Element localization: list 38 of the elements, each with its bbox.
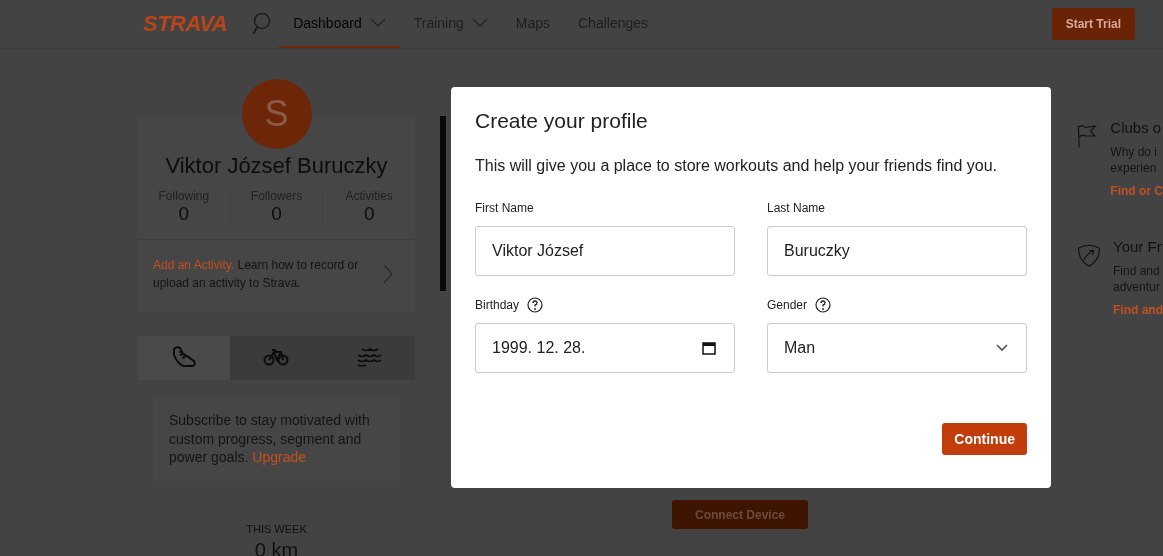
search-icon[interactable] [251, 12, 272, 36]
card-link[interactable]: Find or C [1110, 184, 1163, 198]
text-input-field[interactable]: Viktor József [475, 226, 735, 276]
upgrade-link[interactable]: Upgrade [252, 449, 306, 465]
caret-icon[interactable] [369, 18, 386, 28]
select-field[interactable]: Man [767, 323, 1027, 373]
field-label: Gender [767, 298, 808, 312]
stat-value: 0 [178, 203, 190, 225]
shoe-icon [171, 345, 198, 369]
chevron-down-icon [996, 344, 1008, 352]
text-input-field[interactable]: Buruczky [767, 226, 1027, 276]
continue-button[interactable]: Continue [942, 423, 1027, 455]
athlete-name: Viktor József Buruczky [164, 153, 389, 179]
dialog-title: Create your profile [475, 109, 649, 133]
caret-icon[interactable] [471, 18, 488, 28]
field-label: Birthday [475, 298, 520, 312]
chevron-right-icon[interactable] [383, 264, 393, 284]
start-trial-button[interactable]: Start Trial [1051, 8, 1135, 40]
calendar-icon [702, 341, 716, 355]
stat-value: 0 [271, 203, 282, 225]
card-link[interactable]: Find and [1113, 303, 1163, 317]
bicycle-icon [263, 348, 290, 366]
help-icon[interactable] [815, 297, 832, 313]
sport-tab[interactable] [138, 336, 231, 380]
stat-value: 0 [363, 203, 375, 225]
nav-tab[interactable]: Dashboard [279, 0, 400, 48]
date-input-field[interactable]: 1999. 12. 28. [475, 323, 735, 373]
waves-icon [355, 347, 382, 367]
sport-tab[interactable] [322, 336, 415, 380]
connect-device-button[interactable]: Connect Device [672, 500, 808, 529]
logo[interactable]: STRAVA [143, 11, 228, 37]
field-label: Last Name [767, 201, 826, 215]
add-activity-link[interactable]: Add an Activity. [153, 258, 235, 272]
sport-tab[interactable] [230, 336, 323, 380]
avatar: S [241, 79, 312, 149]
field-label: First Name [475, 201, 534, 215]
help-icon[interactable] [527, 297, 544, 313]
dialog-subtitle: This will give you a place to store workouts and help your friends find you. [475, 157, 999, 175]
